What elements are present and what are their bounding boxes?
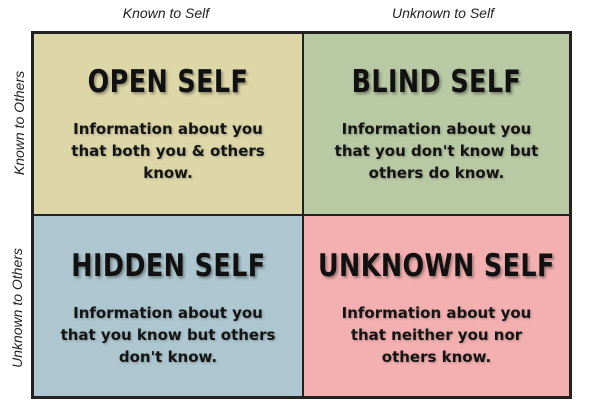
quadrant-title: HIDDEN SELF xyxy=(70,248,266,284)
row-label-unknown-to-others: Unknown to Others xyxy=(9,248,25,368)
quadrant-description: Information about you that you don't kno… xyxy=(334,120,539,182)
quadrant-open-self: OPEN SELF Information about you that bot… xyxy=(31,31,304,216)
column-label-known-to-self: Known to Self xyxy=(122,5,210,21)
quadrant-unknown-self: UNKNOWN SELF Information about you that … xyxy=(304,216,572,399)
quadrant-title: BLIND SELF xyxy=(351,64,522,100)
quadrant-description: Information about you that both you & ot… xyxy=(71,120,265,182)
quadrant-title: UNKNOWN SELF xyxy=(318,248,555,284)
row-label-known-to-others: Known to Others xyxy=(11,70,27,176)
quadrant-blind-self: BLIND SELF Information about you that yo… xyxy=(304,31,572,216)
quadrant-description: Information about you that you know but … xyxy=(60,304,276,366)
quadrant-description: Information about you that neither you n… xyxy=(341,304,532,366)
quadrant-title: OPEN SELF xyxy=(87,64,249,100)
johari-window-grid: OPEN SELF Information about you that bot… xyxy=(31,31,572,399)
column-label-unknown-to-self: Unknown to Self xyxy=(392,5,494,21)
quadrant-hidden-self: HIDDEN SELF Information about you that y… xyxy=(31,216,304,399)
